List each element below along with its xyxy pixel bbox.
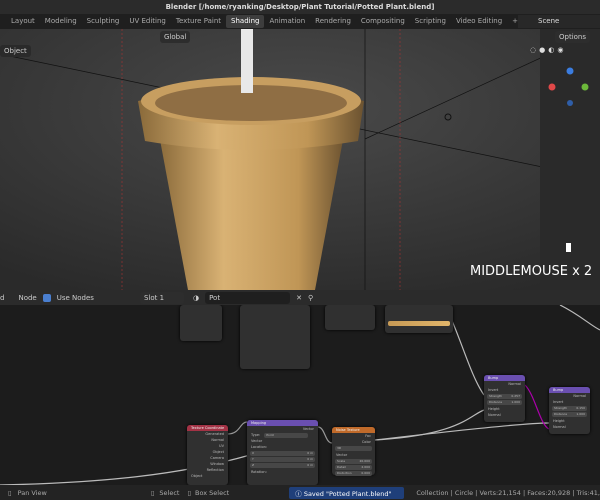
object-field-label[interactable]: Object [187, 473, 228, 479]
input-overlay: MIDDLEMOUSE x 2 [470, 264, 593, 279]
mapping-node[interactable]: Mapping Vector Type: Point Vector Locati… [247, 420, 318, 485]
mouse-icon: ▯ [150, 488, 155, 497]
pin-icon[interactable]: ⚲ [308, 294, 313, 302]
node-menu[interactable]: Node [18, 294, 36, 302]
socket-label: Normal [553, 425, 566, 429]
box-select-hint: Box Select [195, 488, 230, 497]
node-editor[interactable]: Texture Coordinate Generated Normal UV O… [0, 305, 600, 485]
partial-node-top[interactable] [325, 305, 375, 330]
distance-field[interactable]: Distance 1.000 [552, 412, 587, 417]
tab-video-editing[interactable]: Video Editing [451, 15, 507, 28]
location-label: Location: [251, 445, 267, 449]
tab-sculpting[interactable]: Sculpting [82, 15, 125, 28]
node-editor-header: d Node Use Nodes Slot 1 ◑ Pot ✕ ⚲ [0, 290, 600, 305]
location-y-field[interactable]: Y0 m [250, 457, 315, 462]
tab-animation[interactable]: Animation [264, 15, 310, 28]
invert-checkbox[interactable]: Invert [549, 399, 590, 405]
tab-modeling[interactable]: Modeling [40, 15, 82, 28]
use-nodes-checkbox[interactable] [42, 293, 51, 302]
invert-checkbox[interactable]: Invert [484, 387, 525, 393]
select-hint: Select [159, 488, 180, 497]
distance-field[interactable]: Distance 1.000 [487, 400, 522, 405]
location-x-field[interactable]: X0 m [250, 451, 315, 456]
material-sphere-icon[interactable]: ◑ [193, 294, 199, 302]
bump-node-2[interactable]: Bump Normal Invert Strength 0.150 Distanc… [549, 387, 590, 434]
partial-mapping-node-top[interactable] [240, 305, 310, 369]
type-label: Type: [251, 433, 261, 437]
tab-scripting[interactable]: Scripting [410, 15, 451, 28]
info-icon: ⓘ [295, 489, 304, 498]
strength-field[interactable]: Strength 0.257 [487, 394, 522, 399]
mode-label[interactable]: Object [0, 45, 31, 57]
tab-uv-editing[interactable]: UV Editing [124, 15, 171, 28]
slot-dropdown[interactable]: Slot 1 [139, 291, 184, 304]
rotation-label: Rotation: [251, 470, 267, 474]
scene-stats: Collection | Circle | Verts:21,154 | Fac… [416, 488, 600, 497]
workspace-tabs: Layout Modeling Sculpting UV Editing Tex… [0, 14, 600, 29]
location-z-field[interactable]: Z0 m [250, 463, 315, 468]
socket-label: Normal [488, 413, 501, 417]
bump-node-1[interactable]: Bump Normal Invert Strength 0.257 Distanc… [484, 375, 525, 422]
transform-orientation-dropdown[interactable]: Global [160, 31, 191, 43]
saved-notification: ⓘ Saved "Potted Plant.blend" [289, 486, 404, 499]
pot-render [0, 29, 600, 290]
status-bar: ▯ Pan View ▯ Select ▯ Box Select ⓘ Saved… [0, 485, 600, 500]
tab-compositing[interactable]: Compositing [356, 15, 410, 28]
pan-view-hint: Pan View [17, 488, 47, 497]
noise-texture-node[interactable]: Noise Texture Fac Color 3D Vector Scale 2… [332, 427, 375, 476]
mouse-icon: ▯ [187, 488, 192, 497]
window-title: Blender [/home/ryanking/Desktop/Plant Tu… [0, 0, 600, 14]
socket-label: Color [361, 440, 371, 444]
material-name-field[interactable]: Pot [205, 291, 291, 304]
tab-layout[interactable]: Layout [6, 15, 40, 28]
partial-node-top[interactable] [180, 305, 222, 341]
strength-field[interactable]: Strength 0.150 [552, 406, 587, 411]
tab-texture-paint[interactable]: Texture Paint [171, 15, 226, 28]
tab-shading[interactable]: Shading [226, 15, 265, 28]
shading-mode-icons[interactable]: ◌●◐◉ [530, 46, 566, 54]
options-dropdown[interactable]: Options [555, 31, 591, 43]
partial-colorramp-node[interactable] [385, 305, 453, 333]
scale-field[interactable]: Scale 20.000 [335, 459, 372, 464]
view-menu[interactable]: d [0, 294, 4, 302]
distortion-field[interactable]: Distortion 0.000 [335, 471, 372, 476]
close-icon[interactable]: ✕ [296, 294, 302, 302]
mouse-icon: ▯ [8, 488, 12, 497]
3d-viewport[interactable] [0, 29, 600, 290]
scene-selector[interactable]: Scene [518, 15, 600, 28]
use-nodes-label: Use Nodes [56, 293, 94, 302]
socket-label: Vector [336, 453, 348, 457]
viewport-header: Global Options Object ◌●◐◉ [0, 29, 600, 57]
detail-field[interactable]: Detail 2.000 [335, 465, 372, 470]
type-dropdown[interactable]: Point [264, 433, 309, 438]
tab-rendering[interactable]: Rendering [310, 15, 356, 28]
dimensions-dropdown[interactable]: 3D [335, 446, 372, 451]
texture-coordinate-node[interactable]: Texture Coordinate Generated Normal UV O… [187, 425, 228, 485]
